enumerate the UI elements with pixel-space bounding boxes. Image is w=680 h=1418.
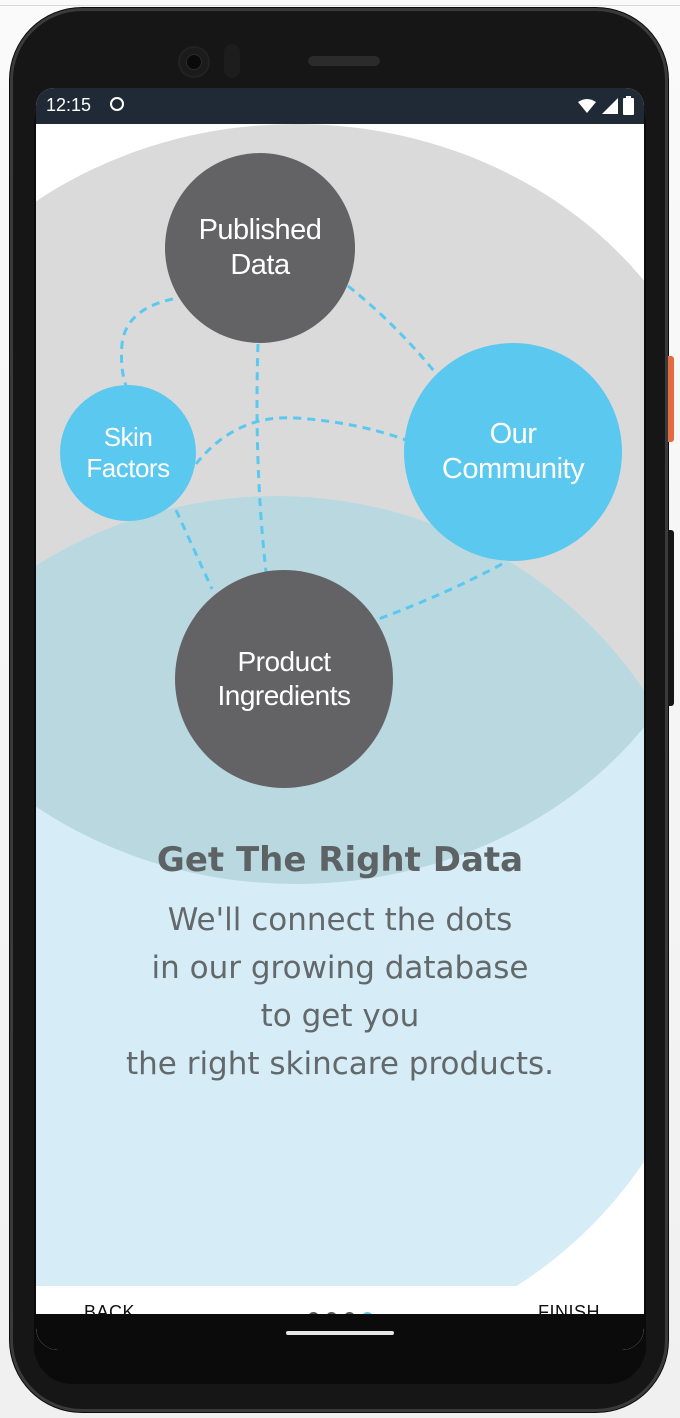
node-label: Skin Factors bbox=[86, 421, 170, 483]
link-published-skin bbox=[120, 297, 174, 387]
page-description: We'll connect the dots in our growing da… bbox=[36, 896, 644, 1088]
link-community-ingredients bbox=[375, 562, 503, 622]
link-skin-ingredients bbox=[174, 509, 214, 590]
node-published-data: Published Data bbox=[165, 153, 355, 343]
page-title: Get The Right Data bbox=[156, 840, 524, 880]
node-label: Product Ingredients bbox=[217, 646, 351, 711]
battery-icon bbox=[623, 96, 634, 115]
link-published-community bbox=[347, 284, 440, 377]
power-button[interactable] bbox=[668, 356, 674, 442]
app-screen: 12:15 Published Data Skin Factors Our Co… bbox=[36, 88, 644, 1350]
status-time: 12:15 bbox=[46, 95, 92, 115]
node-label: Our Community bbox=[441, 418, 585, 485]
wifi-icon bbox=[578, 98, 596, 113]
speaker-grille bbox=[308, 56, 380, 66]
description-line: the right skincare products. bbox=[125, 1046, 555, 1082]
description-line: We'll connect the dots bbox=[167, 902, 513, 938]
status-bar: 12:15 bbox=[36, 88, 644, 124]
volume-button[interactable] bbox=[668, 530, 674, 706]
node-product-ingredients: Product Ingredients bbox=[175, 570, 393, 788]
status-icons bbox=[577, 96, 634, 115]
node-skin-factors: Skin Factors bbox=[60, 385, 196, 521]
onboarding-content: Published Data Skin Factors Our Communit… bbox=[36, 124, 644, 1350]
description-line: in our growing database bbox=[151, 950, 529, 986]
notification-icon bbox=[110, 97, 124, 111]
camera-icon bbox=[178, 46, 210, 78]
home-indicator[interactable] bbox=[286, 1331, 394, 1335]
signal-icon bbox=[602, 97, 618, 114]
link-published-ingredients bbox=[255, 343, 268, 573]
node-label: Published Data bbox=[198, 214, 322, 281]
navigation-bar bbox=[36, 1314, 644, 1350]
sensor bbox=[224, 44, 240, 78]
link-skin-community bbox=[194, 416, 407, 465]
node-our-community: Our Community bbox=[404, 343, 622, 561]
description-line: to get you bbox=[260, 998, 420, 1034]
